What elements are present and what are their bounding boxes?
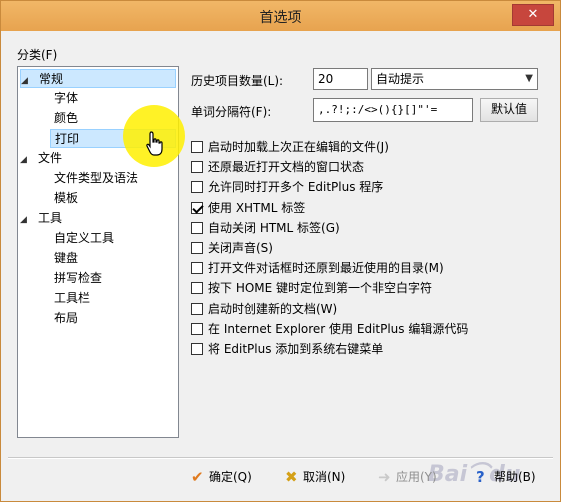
checkbox-icon[interactable] [191,141,203,153]
ok-button[interactable]: ✔ 确定(Q) [191,465,252,491]
option-checkbox[interactable]: 自动关闭 HTML 标签(G) [191,220,340,238]
dialog-body: 分类(F) ◢ 常规字体颜色打印 ◢ 文件文件类型及语法 模板 ◢ 工具自定义工具键盘拼写检… [8,32,553,495]
checkbox-icon[interactable] [191,181,203,194]
tree-item[interactable]: 模板 [54,189,78,208]
tree-item[interactable]: ◢ 文件 [20,149,62,168]
tree-item[interactable]: 布局 [54,309,78,328]
tree-item-label: 模板 [54,191,79,205]
default-value-button[interactable]: 默认值 [480,98,538,122]
option-checkbox[interactable]: 允许同时打开多个 EditPlus 程序 [191,179,383,197]
hand-cursor-icon [145,131,165,160]
option-checkbox[interactable]: 使用 XHTML 标签 [191,200,305,218]
option-label: 在 Internet Explorer 使用 EditPlus 编辑源代码 [208,321,469,336]
window-title: 首选项 [259,10,302,26]
option-checkbox[interactable]: 按下 HOME 键时定位到第一个非空白字符 [191,280,432,298]
option-label: 启动时加载上次正在编辑的文件(J) [208,140,389,154]
help-button[interactable]: ? 帮助(B) [476,465,536,491]
preferences-dialog: 首选项 ✕ 分类(F) ◢ 常规字体颜色打印 ◢ 文件文件类型及语法 模板 ◢ 工具自定义工… [0,0,561,502]
tree-item-label: 文件类型及语法 [54,171,139,185]
tree-item[interactable]: 拼写检查 [54,269,102,288]
option-checkbox[interactable]: 在 Internet Explorer 使用 EditPlus 编辑源代码 [191,321,468,339]
ok-label: 确定(Q) [209,470,252,484]
expand-arrow-icon[interactable]: ◢ [21,72,33,91]
option-label: 关闭声音(S) [208,241,273,255]
tree-item-label: 拼写检查 [54,271,103,285]
tree-item-label: 工具栏 [54,291,91,305]
help-icon: ? [476,468,485,486]
checkbox-icon[interactable] [191,262,203,275]
option-checkbox[interactable]: 关闭声音(S) [191,240,273,258]
tree-item[interactable]: 自定义工具 [54,229,114,248]
tree-item[interactable]: ◢ 常规 [20,69,176,88]
tree-item-label: 打印 [55,132,80,146]
cross-icon: ✖ [285,468,298,486]
tree-item[interactable]: 键盘 [54,249,78,268]
checkbox-icon[interactable] [191,161,203,174]
delimiter-label: 单词分隔符(F): [191,105,272,119]
tree-item-label: 字体 [54,91,79,105]
option-label: 还原最近打开文档的窗口状态 [208,160,365,175]
checkbox-icon[interactable] [191,221,203,234]
tree-item[interactable]: 字体 [54,89,78,108]
option-checkbox[interactable]: 启动时加载上次正在编辑的文件(J) [191,139,389,157]
tree-item-label: 常规 [39,72,64,86]
checkbox-icon[interactable] [191,201,203,214]
tree-item-label: 文件 [38,151,63,165]
option-label: 使用 XHTML 标签 [208,200,306,215]
option-label: 自动关闭 HTML 标签(G) [208,220,340,235]
option-label: 允许同时打开多个 EditPlus 程序 [208,180,384,195]
apply-label: 应用(Y) [396,470,437,484]
option-label: 启动时创建新的文档(W) [208,301,338,316]
tree-item[interactable]: ◢ 工具 [20,209,62,228]
help-label: 帮助(B) [494,470,536,484]
history-count-input[interactable]: 20 [313,68,368,90]
category-label: 分类(F) [17,48,58,62]
checkbox-icon[interactable] [191,302,203,315]
checkbox-icon[interactable] [191,322,203,335]
tree-item-label: 键盘 [54,251,79,265]
checkmark-icon: ✔ [191,468,204,486]
history-mode-select[interactable]: 自动提示 ▼ [371,68,538,90]
option-checkbox[interactable]: 打开文件对话框时还原到最近使用的目录(M) [191,260,444,278]
checkbox-icon[interactable] [191,343,203,355]
tree-item-label: 工具 [38,211,63,225]
expand-arrow-icon[interactable]: ◢ [20,211,32,230]
apply-button[interactable]: ➜ 应用(Y) [378,465,437,491]
option-label: 将 EditPlus 添加到系统右键菜单 [208,342,384,356]
cancel-label: 取消(N) [303,470,346,484]
history-count-label: 历史项目数量(L): [191,74,284,88]
option-checkbox[interactable]: 还原最近打开文档的窗口状态 [191,159,364,177]
checkbox-icon[interactable] [191,242,203,254]
title-bar[interactable]: 首选项 ✕ [1,1,560,31]
delimiter-input[interactable]: ,.?!;:/<>(){}[]"'= [313,98,473,122]
tree-item[interactable]: 颜色 [54,109,78,128]
tree-item-label: 自定义工具 [54,231,115,245]
cancel-button[interactable]: ✖ 取消(N) [285,465,345,491]
option-checkbox[interactable]: 启动时创建新的文档(W) [191,301,337,319]
checkbox-icon[interactable] [191,282,203,295]
option-label: 按下 HOME 键时定位到第一个非空白字符 [208,281,433,296]
arrow-icon: ➜ [378,468,391,486]
history-mode-value: 自动提示 [376,72,425,86]
expand-arrow-icon[interactable]: ◢ [20,151,32,170]
chevron-down-icon: ▼ [525,73,533,84]
tree-item[interactable]: 文件类型及语法 [54,169,138,188]
option-label: 打开文件对话框时还原到最近使用的目录(M) [208,261,444,276]
option-checkbox[interactable]: 将 EditPlus 添加到系统右键菜单 [191,341,383,359]
tree-item-label: 颜色 [54,111,79,125]
tree-item-label: 布局 [54,311,79,325]
close-button[interactable]: ✕ [512,4,554,26]
tree-item[interactable]: 工具栏 [54,289,90,308]
